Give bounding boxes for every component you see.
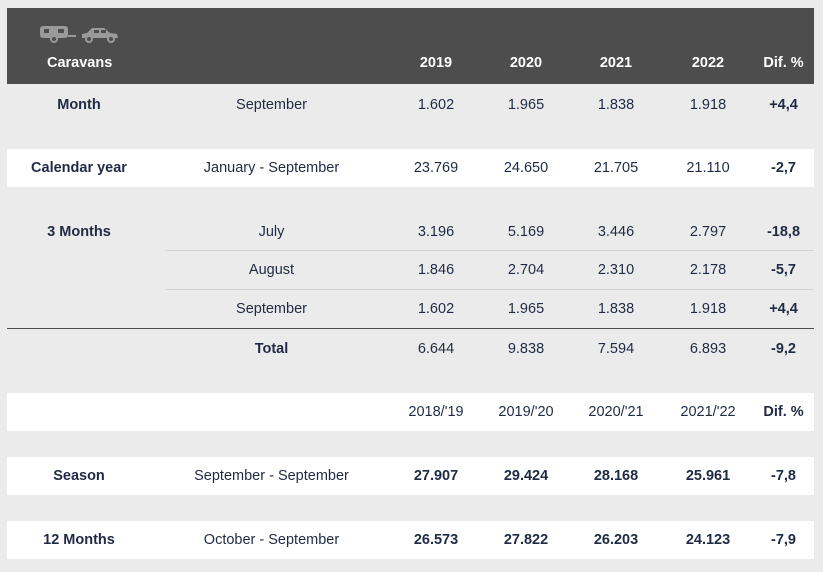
value-2019: 23.769 — [413, 160, 459, 176]
value-dif: -18,8 — [766, 224, 801, 240]
header-season-2019: 2018/'19 — [408, 404, 464, 420]
row-period: August — [248, 262, 295, 278]
value-2022: 2.797 — [689, 224, 727, 240]
header-2019: 2019 — [419, 55, 453, 71]
value-2019: 27.907 — [413, 468, 459, 484]
value-2021: 7.594 — [597, 341, 635, 357]
value-2021: 3.446 — [597, 224, 635, 240]
season-header-row: 2018/'19 2019/'20 2020/'21 2021/'22 Dif.… — [7, 393, 814, 431]
value-2021: 2.310 — [597, 262, 635, 278]
value-2022: 6.893 — [689, 341, 727, 357]
table-row-3months-september: September 1.602 1.965 1.838 1.918 +4,4 — [7, 290, 814, 328]
table-row-season: Season September - September 27.907 29.4… — [7, 457, 814, 495]
value-2020: 1.965 — [507, 97, 545, 113]
value-2019: 6.644 — [417, 341, 455, 357]
row-period: July — [258, 224, 285, 240]
value-2021: 21.705 — [593, 160, 639, 176]
table-row-total: Total 6.644 9.838 7.594 6.893 -9,2 — [7, 330, 814, 368]
row-period: January - September — [203, 160, 340, 176]
row-label: Season — [53, 468, 105, 484]
value-2022: 24.123 — [685, 532, 731, 548]
value-2019: 26.573 — [413, 532, 459, 548]
row-period: September - September — [194, 468, 349, 484]
value-2020: 2.704 — [507, 262, 545, 278]
total-rule — [7, 328, 814, 329]
row-period: September — [236, 97, 307, 113]
value-2019: 1.602 — [417, 301, 455, 317]
value-2022: 25.961 — [685, 468, 731, 484]
value-dif: -5,7 — [771, 262, 796, 278]
value-2020: 24.650 — [503, 160, 549, 176]
value-2020: 5.169 — [507, 224, 545, 240]
row-total-label: Total — [254, 341, 289, 357]
value-dif: +4,4 — [769, 301, 798, 317]
table-row-calendar-year: Calendar year January - September 23.769… — [7, 149, 814, 187]
row-label: 12 Months — [43, 532, 115, 548]
value-2020: 29.424 — [503, 468, 549, 484]
header-season-2020: 2019/'20 — [498, 404, 554, 420]
value-2020: 1.965 — [507, 301, 545, 317]
header-2022: 2022 — [691, 55, 725, 71]
value-2022: 1.918 — [689, 97, 727, 113]
value-2019: 3.196 — [417, 224, 455, 240]
header-2021: 2021 — [599, 55, 633, 71]
header-2020: 2020 — [509, 55, 543, 71]
value-2021: 1.838 — [597, 97, 635, 113]
value-dif: -7,9 — [771, 532, 796, 548]
row-label: Calendar year — [31, 160, 127, 176]
value-dif: -2,7 — [771, 160, 796, 176]
vehicle-icons — [40, 26, 118, 43]
table-header: Caravans 2019 2020 2021 2022 Dif. % — [7, 8, 814, 84]
value-dif: -9,2 — [771, 341, 796, 357]
row-period: October - September — [203, 532, 340, 548]
table-row-3months-july: 3 Months July 3.196 5.169 3.446 2.797 -1… — [7, 213, 814, 251]
caravan-icon — [40, 26, 76, 43]
value-2021: 26.203 — [593, 532, 639, 548]
table-row-3months-august: August 1.846 2.704 2.310 2.178 -5,7 — [7, 251, 814, 289]
registration-table: Caravans 2019 2020 2021 2022 Dif. % Mont… — [7, 8, 814, 559]
value-2019: 1.846 — [417, 262, 455, 278]
table-row-12-months: 12 Months October - September 26.573 27.… — [7, 521, 814, 559]
value-2021: 1.838 — [597, 301, 635, 317]
value-2019: 1.602 — [417, 97, 455, 113]
value-2020: 9.838 — [507, 341, 545, 357]
header-season-2021: 2020/'21 — [588, 404, 644, 420]
header-season-dif: Dif. % — [763, 404, 804, 420]
header-season-2022: 2021/'22 — [680, 404, 736, 420]
table-row-month: Month September 1.602 1.965 1.838 1.918 … — [7, 86, 814, 124]
car-icon — [82, 28, 118, 43]
value-2021: 28.168 — [593, 468, 639, 484]
row-label: Month — [57, 97, 101, 113]
header-dif: Dif. % — [763, 55, 804, 71]
row-label: 3 Months — [47, 224, 111, 240]
value-2020: 27.822 — [503, 532, 549, 548]
row-period: September — [236, 301, 307, 317]
value-dif: +4,4 — [769, 97, 798, 113]
value-2022: 1.918 — [689, 301, 727, 317]
value-2022: 21.110 — [686, 160, 730, 176]
value-dif: -7,8 — [771, 468, 796, 484]
value-2022: 2.178 — [689, 262, 727, 278]
header-caravans: Caravans — [47, 55, 113, 71]
